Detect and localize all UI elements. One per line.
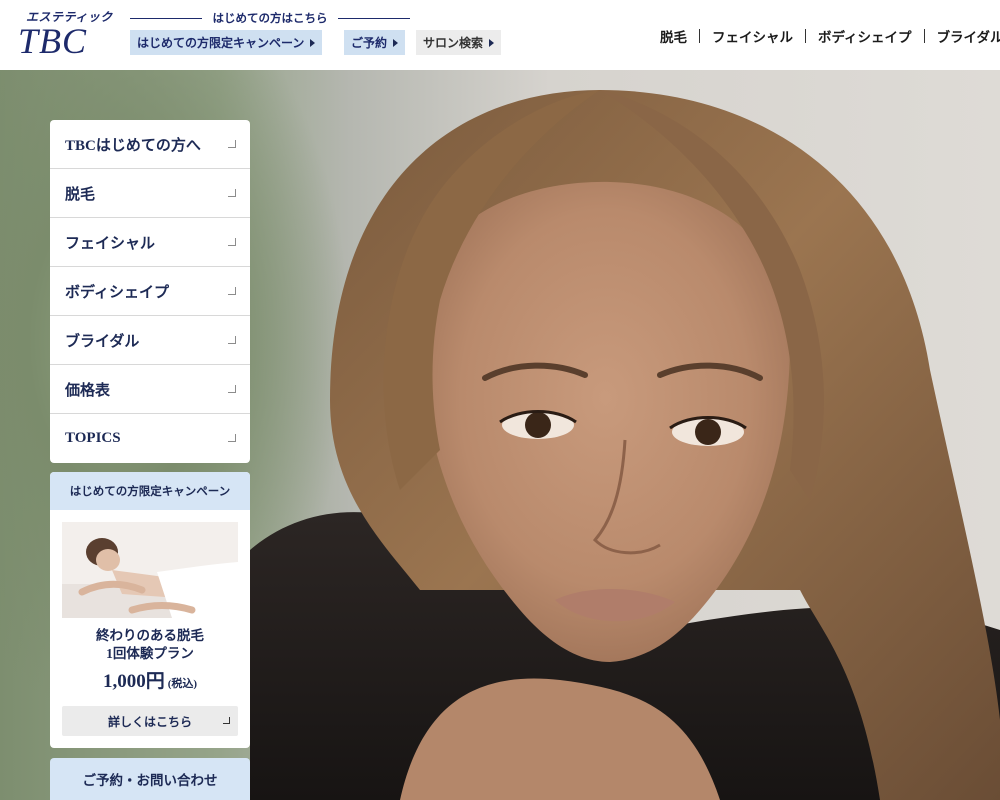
top-navigation: 脱毛 フェイシャル ボディシェイプ ブライダル bbox=[650, 26, 1000, 46]
campaign-details-button[interactable]: 詳しくはこちら bbox=[62, 706, 238, 736]
sidemenu-item-label: TOPICS bbox=[65, 430, 121, 446]
corner-arrow-icon bbox=[228, 140, 236, 148]
campaign-details-label: 詳しくはこちら bbox=[107, 714, 192, 729]
campaign-heading: はじめての方限定キャンペーン bbox=[50, 472, 250, 510]
nav-item-facial[interactable]: フェイシャル bbox=[700, 26, 805, 46]
first-time-caption: はじめての方はこちら bbox=[130, 10, 410, 26]
logo-wordmark: TBC bbox=[18, 21, 88, 61]
sidemenu-item-label: 価格表 bbox=[65, 382, 111, 399]
sidemenu-item-topics[interactable]: TOPICS bbox=[50, 414, 250, 463]
sidemenu-item-label: 脱毛 bbox=[65, 186, 96, 203]
first-time-campaign-label: はじめての方限定キャンペーン bbox=[137, 36, 305, 50]
corner-arrow-icon bbox=[228, 287, 236, 295]
nav-item-bridal[interactable]: ブライダル bbox=[925, 26, 1000, 46]
sidemenu-item-first-time[interactable]: TBCはじめての方へ bbox=[50, 120, 250, 169]
sidemenu-item-label: ブライダル bbox=[65, 333, 140, 350]
corner-arrow-icon bbox=[228, 238, 236, 246]
corner-arrow-icon bbox=[228, 385, 236, 393]
triangle-right-icon bbox=[393, 38, 399, 47]
campaign-line-2: 1回体験プラン bbox=[106, 646, 194, 661]
first-time-campaign-button[interactable]: はじめての方限定キャンペーン bbox=[130, 30, 323, 55]
contact-label: ご予約・お問い合わせ bbox=[82, 773, 218, 789]
sidemenu-item-body-shape[interactable]: ボディシェイプ bbox=[50, 267, 250, 316]
sidemenu-item-price-list[interactable]: 価格表 bbox=[50, 365, 250, 414]
campaign-line-1: 終わりのある脱毛 bbox=[96, 628, 204, 643]
sidemenu-item-label: ボディシェイプ bbox=[65, 284, 169, 301]
campaign-photo[interactable] bbox=[62, 522, 238, 618]
sidemenu-item-facial[interactable]: フェイシャル bbox=[50, 218, 250, 267]
campaign-card: はじめての方限定キャンペーン 終わりのある脱毛 1回体験プラン 1,000円 (税… bbox=[50, 472, 250, 748]
reservation-button[interactable]: ご予約 bbox=[344, 30, 406, 55]
contact-button[interactable]: ご予約・お問い合わせ bbox=[50, 758, 250, 800]
salon-search-label: サロン検索 bbox=[423, 36, 484, 50]
side-menu: TBCはじめての方へ 脱毛 フェイシャル ボディシェイプ ブライダル 価格表 T… bbox=[50, 120, 250, 463]
first-time-text: はじめての方はこちら bbox=[212, 11, 328, 25]
triangle-right-icon bbox=[489, 38, 495, 47]
campaign-price: 1,000円 (税込) bbox=[50, 666, 250, 693]
reservation-label: ご予約 bbox=[351, 36, 388, 50]
caption-rule-left bbox=[130, 18, 202, 19]
caption-rule-right bbox=[338, 18, 410, 19]
site-header: エステティック TBC はじめての方はこちら はじめての方限定キャンペーン ご予… bbox=[0, 0, 1000, 70]
sidemenu-item-label: フェイシャル bbox=[65, 235, 156, 252]
salon-search-button[interactable]: サロン検索 bbox=[416, 30, 502, 55]
triangle-right-icon bbox=[310, 38, 316, 47]
nav-item-body-shape[interactable]: ボディシェイプ bbox=[806, 26, 924, 46]
corner-arrow-icon bbox=[223, 717, 230, 724]
sidemenu-item-bridal[interactable]: ブライダル bbox=[50, 316, 250, 365]
nav-item-datsumo[interactable]: 脱毛 bbox=[650, 26, 699, 46]
price-amount: 1,000円 bbox=[102, 671, 165, 692]
sidemenu-item-datsumo[interactable]: 脱毛 bbox=[50, 169, 250, 218]
campaign-description: 終わりのある脱毛 1回体験プラン bbox=[50, 627, 250, 663]
corner-arrow-icon bbox=[228, 189, 236, 197]
campaign-photo-illustration bbox=[62, 522, 238, 618]
tbc-logo[interactable]: エステティック TBC bbox=[18, 8, 112, 61]
price-tax-note: (税込) bbox=[167, 678, 198, 690]
corner-arrow-icon bbox=[228, 434, 236, 442]
corner-arrow-icon bbox=[228, 336, 236, 344]
sidemenu-item-label: TBCはじめての方へ bbox=[65, 137, 201, 154]
